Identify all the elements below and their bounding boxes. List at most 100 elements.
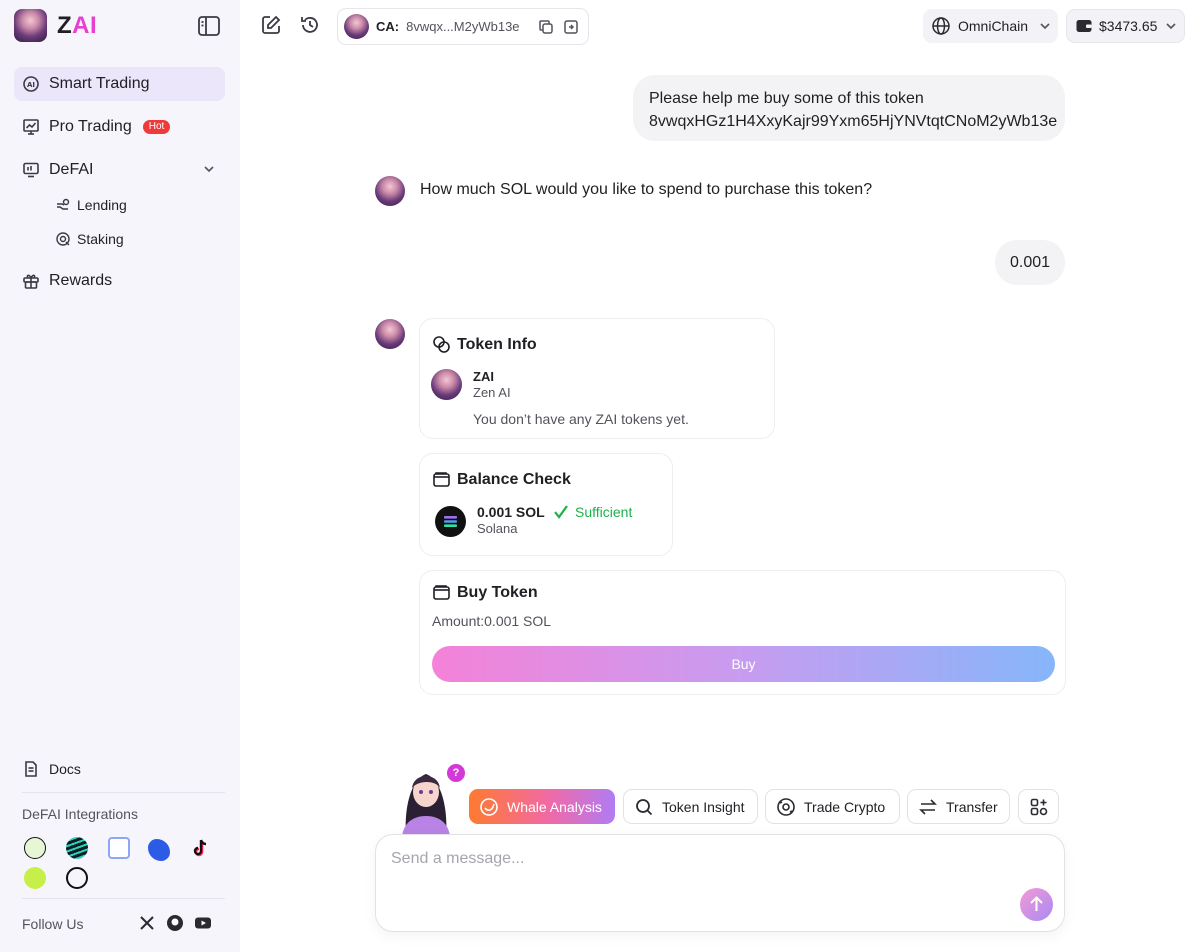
quick-action-trade-crypto[interactable]: Trade Crypto	[765, 789, 900, 824]
user-message: Please help me buy some of this token 8v…	[633, 75, 1065, 141]
apps-grid-icon	[1030, 798, 1047, 815]
bot-avatar	[375, 319, 405, 349]
more-actions-button[interactable]	[1018, 789, 1059, 824]
sidebar-item-label: Pro Trading	[49, 118, 132, 135]
card-title: Buy Token	[432, 583, 538, 602]
sidebar-divider	[22, 898, 225, 899]
sidebar-item-pro-trading[interactable]: Pro Trading Hot	[14, 110, 225, 144]
quick-action-transfer[interactable]: Transfer	[907, 789, 1010, 824]
gift-icon	[23, 274, 39, 289]
integration-7-icon[interactable]	[66, 867, 88, 889]
sidebar-subitem-label: Lending	[77, 197, 127, 213]
bot-avatar	[375, 176, 405, 206]
card-title: Balance Check	[432, 470, 571, 489]
globe-icon	[932, 17, 950, 35]
buy-button[interactable]: Buy	[432, 646, 1055, 682]
bot-message: How much SOL would you like to spend to …	[420, 181, 873, 198]
token-info-card: Token Info ZAI Zen AI You don’t have any…	[419, 318, 775, 439]
whale-icon	[480, 797, 498, 816]
buy-amount: Amount:0.001 SOL	[432, 613, 552, 629]
open-link-icon[interactable]	[562, 18, 580, 36]
chevron-down-icon	[1040, 23, 1050, 30]
document-icon	[25, 761, 37, 777]
token-avatar	[344, 14, 369, 39]
balance-amount: 0.001 SOL	[477, 504, 545, 520]
token-name: Zen AI	[473, 385, 511, 400]
network-selector[interactable]: OmniChain	[923, 9, 1058, 43]
help-badge[interactable]: ?	[447, 764, 465, 782]
brand-avatar	[14, 9, 47, 42]
transfer-icon	[919, 798, 937, 815]
quick-action-token-insight[interactable]: Token Insight	[623, 789, 758, 824]
coins-icon	[433, 336, 450, 353]
sidebar-item-rewards[interactable]: Rewards	[14, 264, 225, 298]
hot-badge: Hot	[142, 120, 171, 134]
docs-label: Docs	[49, 761, 81, 777]
quick-action-whale-analysis[interactable]: Whale Analysis	[469, 789, 615, 824]
x-icon[interactable]	[138, 914, 156, 932]
chart-board-icon	[23, 119, 39, 135]
token-avatar	[431, 369, 462, 400]
sidebar-divider	[22, 792, 225, 793]
token-holding-message: You don’t have any ZAI tokens yet.	[473, 411, 689, 427]
sidebar-item-defai[interactable]: DeFAI	[14, 153, 225, 187]
message-input[interactable]	[391, 847, 991, 871]
user-message-line: Please help me buy some of this token	[649, 90, 924, 107]
svg-text:AI: AI	[27, 81, 35, 89]
chevron-down-icon	[1166, 23, 1176, 30]
wallet-icon	[433, 585, 450, 600]
network-label: OmniChain	[958, 18, 1029, 34]
raydium-icon[interactable]	[108, 837, 130, 859]
ca-label: CA:	[376, 19, 400, 34]
youtube-icon[interactable]	[194, 914, 212, 932]
wallet-icon	[433, 472, 450, 487]
sidebar-item-label: Smart Trading	[49, 75, 150, 92]
new-chat-icon[interactable]	[260, 14, 282, 36]
balance-chain: Solana	[477, 521, 518, 536]
integration-2-icon[interactable]	[66, 837, 88, 859]
history-icon[interactable]	[299, 14, 321, 36]
wallet-icon	[1076, 20, 1092, 32]
brand-logo[interactable]: ZAI	[14, 9, 97, 42]
card-title: Token Info	[432, 335, 537, 354]
staking-icon	[56, 232, 70, 246]
sidebar-toggle-icon[interactable]	[197, 15, 221, 37]
copy-icon[interactable]	[537, 18, 555, 36]
ai-chip-icon: AI	[23, 76, 39, 92]
message-composer	[375, 834, 1065, 932]
buy-token-card: Buy Token Amount:0.001 SOL Buy	[419, 570, 1066, 695]
brand-name: ZAI	[57, 11, 98, 39]
github-icon[interactable]	[166, 914, 184, 932]
trade-icon	[777, 797, 795, 816]
sidebar: ZAI AI Smart Trading Pro Trading Hot DeF…	[0, 0, 240, 952]
solana-icon	[435, 506, 466, 537]
token-symbol: ZAI	[473, 369, 494, 384]
search-icon	[636, 798, 653, 815]
lending-hand-icon	[57, 198, 70, 210]
user-message: 0.001	[995, 240, 1065, 285]
monitor-icon	[23, 162, 39, 178]
integration-4-icon[interactable]	[148, 839, 170, 861]
balance-status: Sufficient	[553, 504, 632, 520]
sidebar-item-docs[interactable]: Docs	[22, 760, 81, 778]
wallet-balance: $3473.65	[1099, 18, 1158, 34]
sidebar-item-label: DeFAI	[49, 161, 94, 178]
sidebar-item-label: Rewards	[49, 272, 113, 289]
user-message-line: 8vwqxHGz1H4XxyKajr99Yxm65HjYNVtqtCNoM2yW…	[649, 113, 1058, 130]
contract-address-pill[interactable]: CA: 8vwqx...M2yWb13e	[337, 8, 589, 45]
integrations-title: DeFAI Integrations	[22, 806, 138, 822]
follow-us-label: Follow Us	[22, 916, 84, 932]
sidebar-subitem-lending[interactable]: Lending	[55, 197, 127, 213]
integration-1-icon[interactable]	[24, 837, 46, 859]
send-button[interactable]	[1020, 888, 1053, 921]
sidebar-item-smart-trading[interactable]: AI Smart Trading	[14, 67, 225, 101]
integration-6-icon[interactable]	[24, 867, 46, 889]
ca-value: 8vwqx...M2yWb13e	[406, 19, 520, 34]
check-icon	[554, 505, 568, 519]
balance-check-card: Balance Check 0.001 SOL Solana Sufficien…	[419, 453, 673, 556]
sidebar-subitem-staking[interactable]: Staking	[55, 231, 124, 247]
arrow-up-icon	[1030, 896, 1043, 911]
wallet-balance-button[interactable]: $3473.65	[1066, 9, 1185, 43]
tiktok-icon[interactable]	[190, 837, 212, 859]
chevron-down-icon[interactable]	[203, 163, 215, 175]
